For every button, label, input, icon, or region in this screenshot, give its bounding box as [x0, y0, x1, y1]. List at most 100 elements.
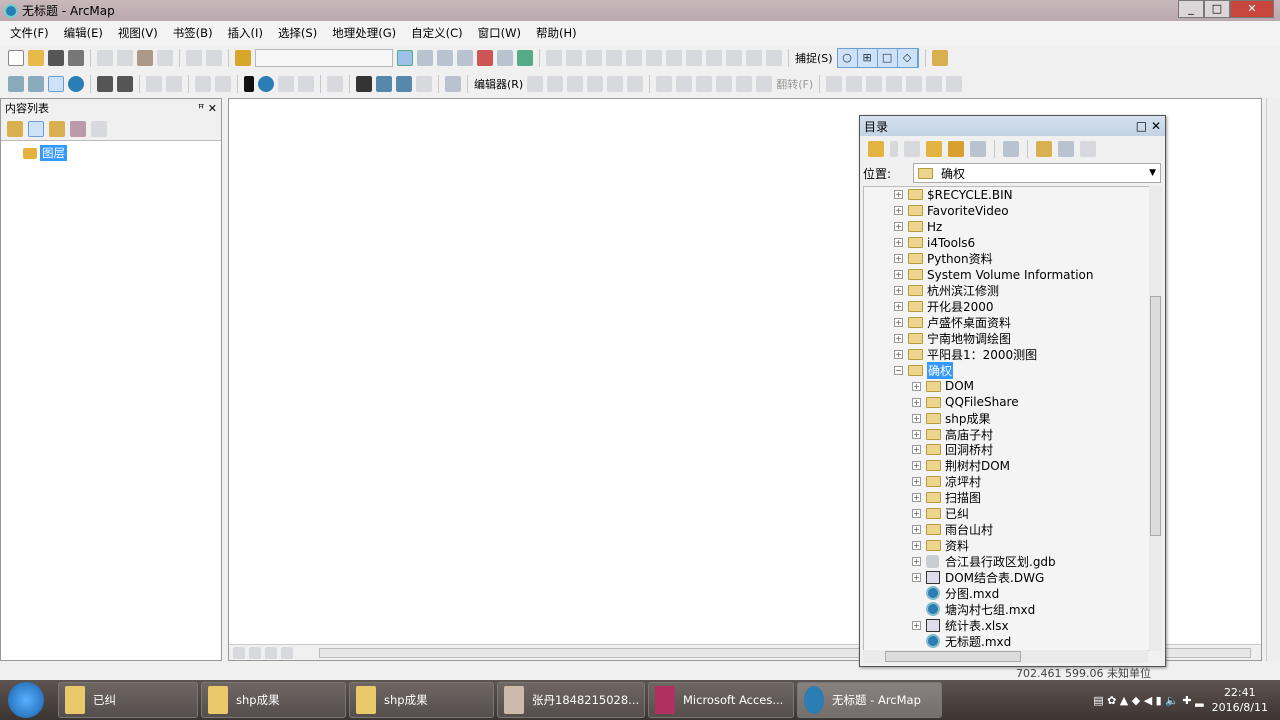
- menu-insert[interactable]: 插入(I): [228, 25, 263, 41]
- toc-window-icon[interactable]: [417, 50, 433, 66]
- menu-edit[interactable]: 编辑(E): [64, 25, 103, 41]
- tree-item[interactable]: + shp成果: [864, 410, 1159, 426]
- pan-icon[interactable]: [48, 76, 64, 92]
- tree-item[interactable]: + i4Tools6: [864, 235, 1159, 251]
- expand-toggle-icon[interactable]: +: [894, 254, 903, 264]
- menu-customize[interactable]: 自定义(C): [411, 25, 463, 41]
- delete-icon[interactable]: [157, 50, 173, 66]
- scale-combo[interactable]: [255, 49, 393, 67]
- editor-toolbar-icon[interactable]: [397, 50, 413, 66]
- expand-toggle-icon[interactable]: +: [912, 381, 921, 391]
- time-slider-icon[interactable]: [416, 76, 432, 92]
- flip-button[interactable]: 翻转(F): [776, 76, 813, 92]
- back-icon[interactable]: [146, 76, 162, 92]
- add-data-icon[interactable]: [235, 50, 251, 66]
- print-icon[interactable]: [68, 50, 84, 66]
- straight-segment-icon[interactable]: [567, 76, 584, 92]
- expand-toggle-icon[interactable]: +: [894, 333, 903, 343]
- merge-icon[interactable]: [686, 50, 702, 66]
- split-icon[interactable]: [586, 50, 602, 66]
- hyperlink-icon[interactable]: [278, 76, 294, 92]
- end-snap-icon[interactable]: ⊞: [858, 49, 878, 67]
- search-window-icon[interactable]: [457, 50, 473, 66]
- dropdown-arrow-icon[interactable]: ▼: [1149, 168, 1156, 178]
- tree-vertical-scrollbar[interactable]: [1149, 186, 1162, 651]
- union-icon[interactable]: [706, 50, 722, 66]
- split-tool-icon[interactable]: [696, 76, 713, 92]
- home-icon[interactable]: [948, 141, 964, 157]
- rotate-icon[interactable]: [716, 76, 733, 92]
- model-builder-icon[interactable]: [517, 50, 533, 66]
- expand-toggle-icon[interactable]: +: [912, 429, 921, 439]
- expand-toggle-icon[interactable]: +: [912, 413, 921, 423]
- menu-help[interactable]: 帮助(H): [536, 25, 577, 41]
- python-window-icon[interactable]: [497, 50, 513, 66]
- expand-toggle-icon[interactable]: +: [894, 302, 903, 312]
- tree-item[interactable]: + 雨台山村: [864, 522, 1159, 538]
- generalize-icon[interactable]: [646, 50, 662, 66]
- vertex-icon[interactable]: [566, 50, 582, 66]
- tree-item[interactable]: + 平阳县1：2000测图: [864, 346, 1159, 362]
- edit-tool-2-icon[interactable]: [527, 76, 544, 92]
- tree-item[interactable]: + 已纠: [864, 506, 1159, 522]
- tree-item[interactable]: + 统计表.xlsx: [864, 617, 1159, 633]
- trim-icon[interactable]: [626, 50, 642, 66]
- toc-close-icon[interactable]: ✕: [208, 102, 217, 115]
- expand-toggle-icon[interactable]: +: [894, 190, 903, 200]
- redo-icon[interactable]: [206, 50, 222, 66]
- html-popup-icon[interactable]: [298, 76, 314, 92]
- fix-error-icon[interactable]: [906, 76, 923, 92]
- select-features-icon[interactable]: [195, 76, 211, 92]
- tree-item[interactable]: + Python资料: [864, 251, 1159, 267]
- edit-annotation-icon[interactable]: [547, 76, 564, 92]
- expand-toggle-icon[interactable]: +: [894, 286, 903, 296]
- tree-item[interactable]: + 合江县行政区划.gdb: [864, 554, 1159, 570]
- undo-icon[interactable]: [186, 50, 202, 66]
- tree-item[interactable]: + 高庙子村: [864, 426, 1159, 442]
- expand-toggle-icon[interactable]: +: [894, 238, 903, 248]
- error-inspector-icon[interactable]: [886, 76, 903, 92]
- tree-item[interactable]: + QQFileShare: [864, 394, 1159, 410]
- georeferencing-icon[interactable]: [931, 50, 948, 66]
- distribute-icon[interactable]: [766, 50, 782, 66]
- sketch-properties-icon[interactable]: [756, 76, 773, 92]
- tree-item[interactable]: + 凉坪村: [864, 474, 1159, 490]
- tree-item[interactable]: + 回洞桥村: [864, 442, 1159, 458]
- catalog-options-icon[interactable]: [1080, 141, 1096, 157]
- list-by-visibility-icon[interactable]: [49, 120, 65, 137]
- expand-toggle-icon[interactable]: +: [912, 461, 921, 471]
- catalog-maximize-icon[interactable]: □: [1136, 119, 1147, 133]
- midpoint-icon[interactable]: [627, 76, 644, 92]
- layers-item[interactable]: 图层: [23, 145, 67, 161]
- data-view-icon[interactable]: [233, 646, 245, 659]
- catalog-tree[interactable]: + $RECYCLE.BIN + FavoriteVideo + Hz + i4Tools6 +…: [863, 186, 1160, 651]
- zoom-in-icon[interactable]: [8, 76, 24, 92]
- tree-item[interactable]: + System Volume Information: [864, 267, 1159, 283]
- cut-icon[interactable]: [97, 50, 113, 66]
- attributes-icon[interactable]: [736, 76, 753, 92]
- extend-icon[interactable]: [606, 50, 622, 66]
- list-by-source-icon[interactable]: [28, 120, 44, 137]
- buffer-icon[interactable]: [666, 50, 682, 66]
- clear-selection-icon[interactable]: [215, 76, 231, 92]
- arctoolbox-icon[interactable]: [477, 50, 493, 66]
- tree-item[interactable]: 分图.mxd: [864, 585, 1159, 601]
- up-level-icon[interactable]: [926, 141, 942, 157]
- new-folder-icon[interactable]: [1036, 141, 1052, 157]
- catalog-close-icon[interactable]: ✕: [1151, 119, 1161, 133]
- taskbar-item[interactable]: 张丹1848215028...: [497, 682, 645, 718]
- taskbar-item[interactable]: 已纠: [58, 682, 198, 718]
- tree-item[interactable]: + 扫描图: [864, 490, 1159, 506]
- menu-geoprocessing[interactable]: 地理处理(G): [332, 25, 396, 41]
- refresh-icon[interactable]: [265, 646, 277, 659]
- expand-toggle-icon[interactable]: +: [894, 222, 903, 232]
- expand-toggle-icon[interactable]: +: [894, 349, 903, 359]
- taskbar-item[interactable]: shp成果: [201, 682, 346, 718]
- snapping-menu[interactable]: 捕捉(S): [795, 50, 833, 66]
- menu-bookmarks[interactable]: 书签(B): [173, 25, 213, 41]
- close-button[interactable]: ✕: [1230, 0, 1274, 18]
- tree-item[interactable]: + 卢盛怀桌面资料: [864, 315, 1159, 331]
- curve-icon[interactable]: [587, 76, 604, 92]
- expand-toggle-icon[interactable]: +: [894, 270, 903, 280]
- expand-toggle-icon[interactable]: +: [894, 317, 903, 327]
